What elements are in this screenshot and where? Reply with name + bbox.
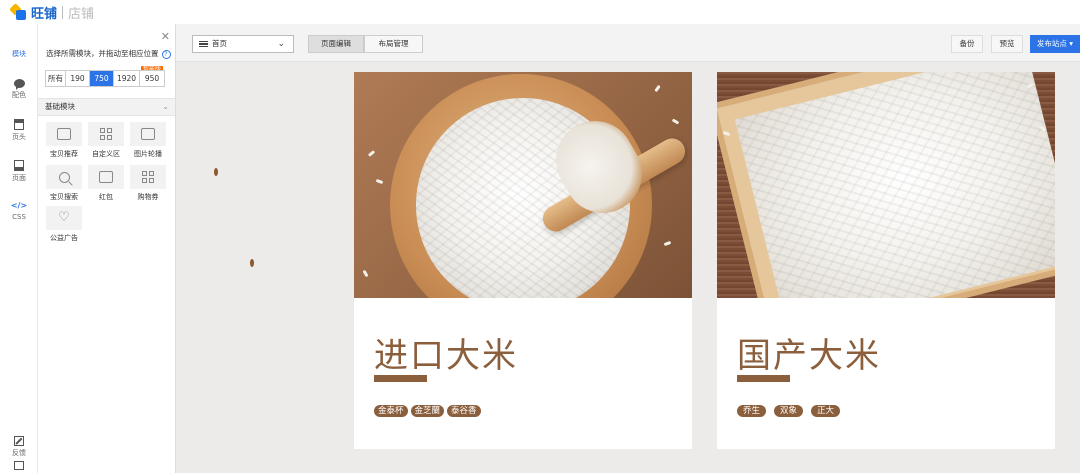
brand-tag[interactable]: 金芝蘭: [410, 405, 445, 417]
modules-icon: [14, 36, 25, 47]
charity-ad-icon: ♡: [58, 210, 70, 225]
rice-tray-image: [717, 72, 1055, 298]
brand-tag[interactable]: 金泰杯: [374, 405, 408, 417]
page-select[interactable]: 首页 ⌄: [192, 35, 294, 53]
chevron-down-icon: ⌄: [162, 102, 169, 111]
module-product-recommend[interactable]: 宝贝推荐: [46, 122, 82, 158]
module-coupon[interactable]: 购物券: [130, 165, 166, 201]
brand-tags: 乔生 双象 正大: [737, 405, 841, 417]
rail-item-css[interactable]: </> CSS: [0, 201, 38, 221]
width-option-190[interactable]: 190: [66, 71, 90, 86]
publish-label: 发布站点: [1036, 39, 1067, 48]
chevron-down-icon: ⌄: [277, 39, 285, 49]
rail-item-label: 反馈: [12, 449, 26, 457]
tab-layout-manage[interactable]: 布局管理: [364, 35, 423, 53]
panel-hint-text: 选择所需模块，并拖动至相应位置: [46, 49, 159, 58]
editor-canvas: 首页 ⌄ 页面编辑 布局管理 备份 预览 发布站点 ▾ 进口大米 金泰杯 金芝蘭: [176, 24, 1080, 473]
code-icon: </>: [10, 201, 28, 210]
module-panel: ✕ 选择所需模块，并拖动至相应位置? 智能版 所有 190 750 1920 9…: [38, 24, 176, 473]
module-custom-area[interactable]: 自定义区: [88, 122, 124, 158]
module-red-packet[interactable]: 红包: [88, 165, 124, 201]
module-charity-ad[interactable]: ♡ 公益广告: [46, 206, 82, 242]
module-label: 宝贝搜索: [50, 193, 78, 201]
module-label: 自定义区: [92, 150, 120, 158]
rice-bowl-image: [354, 72, 692, 298]
module-image-carousel[interactable]: 图片轮播: [130, 122, 166, 158]
brand-subtitle: 店铺: [68, 6, 95, 22]
red-packet-icon: [99, 171, 113, 183]
module-label: 公益广告: [50, 234, 78, 242]
preview-button[interactable]: 预览: [991, 35, 1023, 53]
rail-item-feedback[interactable]: 反馈: [0, 436, 38, 458]
brand-tags: 金泰杯 金芝蘭 泰谷香: [374, 405, 481, 417]
tab-page-edit[interactable]: 页面编辑: [308, 35, 364, 53]
left-icon-rail: 模块 配色 页头 页面 </> CSS 反馈: [0, 24, 38, 473]
module-product-search[interactable]: 宝贝搜索: [46, 165, 82, 201]
rail-item-modules[interactable]: 模块: [0, 36, 38, 59]
module-label: 红包: [99, 193, 113, 201]
message-icon: [14, 461, 24, 470]
product-search-icon: [58, 171, 70, 183]
decorative-grain: [214, 168, 218, 176]
image-carousel-icon: [141, 128, 155, 140]
section-basic-modules[interactable]: 基础模块 ⌄: [38, 98, 175, 116]
rail-item-color[interactable]: 配色: [0, 79, 38, 100]
page-icon: [14, 160, 24, 171]
rail-item-page[interactable]: 页面: [0, 160, 38, 183]
page-header-icon: [14, 119, 24, 130]
coupon-icon: [142, 171, 154, 183]
color-icon: [13, 79, 25, 90]
brand-tag[interactable]: 泰谷香: [447, 405, 481, 417]
width-option-1920[interactable]: 1920: [114, 71, 140, 86]
rail-item-label: 页头: [12, 133, 26, 141]
width-filter: 所有 190 750 1920 950: [45, 70, 165, 87]
rail-item-label: 模块: [12, 50, 26, 58]
top-bar: 旺铺 店铺: [0, 0, 1080, 24]
brand-tag[interactable]: 乔生: [737, 405, 767, 417]
rail-item-label: CSS: [12, 213, 26, 221]
module-label: 购物券: [137, 193, 159, 201]
rail-item-label: 配色: [12, 91, 26, 99]
page-select-value: 首页: [212, 39, 227, 48]
brand-name: 旺铺: [31, 6, 58, 22]
brand-logo-icon: [9, 2, 27, 21]
publish-button[interactable]: 发布站点 ▾: [1030, 35, 1080, 53]
rail-item-message[interactable]: [0, 461, 38, 472]
feedback-icon: [14, 436, 24, 446]
title-underline: [374, 375, 427, 382]
card-title: 进口大米: [374, 336, 518, 376]
help-icon[interactable]: ?: [161, 49, 171, 59]
product-card-imported-rice[interactable]: 进口大米 金泰杯 金芝蘭 泰谷香: [354, 72, 692, 449]
close-icon[interactable]: ✕: [161, 31, 170, 42]
module-label: 宝贝推荐: [50, 150, 78, 158]
section-title: 基础模块: [45, 102, 75, 111]
product-recommend-icon: [57, 128, 71, 140]
width-option-950[interactable]: 950: [140, 71, 164, 86]
backup-button[interactable]: 备份: [951, 35, 983, 53]
card-title: 国产大米: [737, 336, 881, 376]
width-option-750[interactable]: 750: [90, 71, 114, 86]
product-card-domestic-rice[interactable]: 国产大米 乔生 双象 正大: [717, 72, 1055, 449]
module-label: 图片轮播: [134, 150, 162, 158]
title-underline: [737, 375, 790, 382]
decorative-grain: [250, 259, 254, 267]
width-option-all[interactable]: 所有: [46, 71, 66, 86]
custom-area-icon: [100, 128, 112, 140]
editor-toolbar: 首页 ⌄ 页面编辑 布局管理 备份 预览 发布站点 ▾: [176, 24, 1080, 62]
rail-item-page-header[interactable]: 页头: [0, 119, 38, 142]
menu-icon: [199, 41, 208, 47]
brand-tag[interactable]: 正大: [811, 405, 841, 417]
panel-hint: 选择所需模块，并拖动至相应位置?: [46, 48, 171, 59]
rail-item-label: 页面: [12, 174, 26, 182]
brand-tag[interactable]: 双象: [774, 405, 804, 417]
brand-divider: [62, 5, 64, 19]
